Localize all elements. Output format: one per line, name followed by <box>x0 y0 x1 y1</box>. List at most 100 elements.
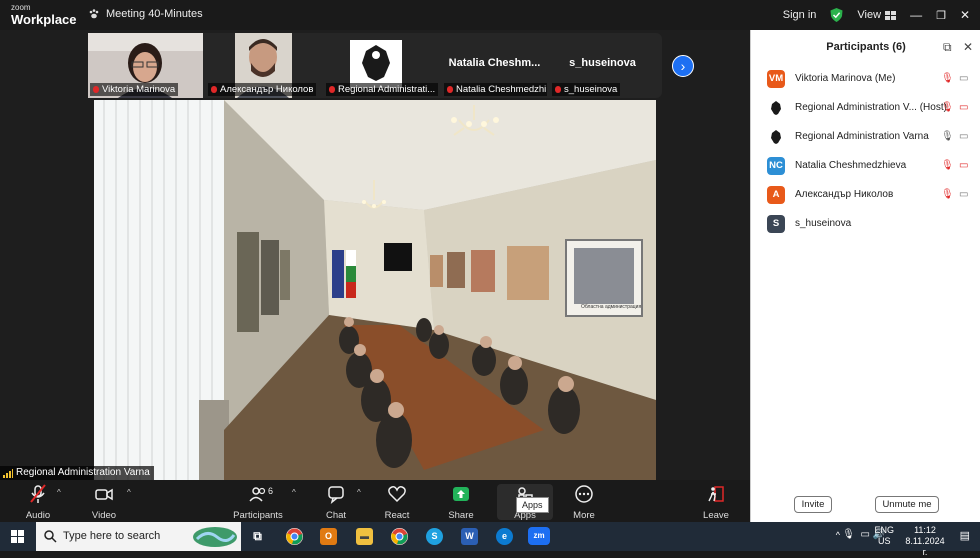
popout-icon[interactable]: ⧉ <box>943 40 952 54</box>
thumb-big-name: s_huseinova <box>569 57 636 69</box>
participant-name: s_huseinova <box>795 218 852 229</box>
thumb-label: Александър Николов <box>208 83 317 96</box>
leave-icon <box>708 486 724 502</box>
task-view-icon[interactable]: ⧉ <box>249 528 266 545</box>
more-label: More <box>573 510 595 521</box>
thumb-viktoria[interactable]: Viktoria Marinova <box>88 33 203 98</box>
date-text: 8.11.2024 г. <box>905 536 945 557</box>
next-page-button[interactable]: › <box>672 55 694 77</box>
outlook-icon[interactable]: O <box>320 528 337 545</box>
battery-icon[interactable]: ▭ <box>861 529 870 540</box>
audio-options-caret[interactable]: ^ <box>57 488 61 497</box>
region-text: US <box>877 536 891 546</box>
edge-icon[interactable]: e <box>496 528 513 545</box>
language-indicator[interactable]: ENG US <box>874 525 894 547</box>
share-screen-icon <box>453 487 469 501</box>
clock[interactable]: 11:12 8.11.2024 г. <box>903 525 947 558</box>
conference-room-image: Областна администрация <box>94 100 656 480</box>
close-panel-icon[interactable]: ✕ <box>963 40 973 54</box>
video-button[interactable]: Video <box>76 484 132 521</box>
share-button[interactable]: Share <box>433 484 489 521</box>
thumbnail-strip: Viktoria Marinova Александър Николов Reg… <box>88 33 662 98</box>
word-icon[interactable]: W <box>461 528 478 545</box>
camera-off-icon: ▭ <box>959 131 969 142</box>
thumb-aleksandar[interactable]: Александър Николов <box>206 33 321 98</box>
mic-tray-icon[interactable]: 🎙 <box>842 529 855 540</box>
thumb-huseinova[interactable]: s_huseinova s_huseinova <box>550 33 655 98</box>
taskbar-search-input[interactable]: Type here to search <box>36 522 241 551</box>
participant-row[interactable]: VM Viktoria Marinova (Me) 🎙 ▭ <box>751 64 980 93</box>
chat-options-caret[interactable]: ^ <box>357 488 361 497</box>
more-icon <box>575 485 593 503</box>
mic-muted-icon: 🎙 <box>941 73 954 84</box>
participant-row[interactable]: S s_huseinova <box>751 209 980 238</box>
avatar: NC <box>767 156 785 175</box>
chrome-icon[interactable] <box>286 528 303 545</box>
sign-in-link[interactable]: Sign in <box>783 9 817 21</box>
mic-muted-icon: 🎙 <box>941 189 954 200</box>
share-label: Share <box>448 510 474 521</box>
logo-big-text: Workplace <box>11 12 77 27</box>
leave-button[interactable]: Leave <box>688 484 744 521</box>
camera-icon <box>95 488 113 501</box>
mic-muted-icon: 🎙 <box>941 160 954 171</box>
panel-title: Participants (6) <box>826 41 906 53</box>
window-controls: Sign in View — ❐ ✕ <box>783 0 980 30</box>
notifications-icon[interactable]: ▤ <box>960 529 970 542</box>
participants-label: Participants <box>233 510 283 521</box>
react-label: React <box>384 510 410 521</box>
react-button[interactable]: React <box>369 484 425 521</box>
participant-row[interactable]: Regional Administration Varna 🎙 ▭ <box>751 122 980 151</box>
avatar: VM <box>767 69 785 88</box>
participant-name: Natalia Cheshmedzhieva <box>795 160 907 171</box>
meeting-toolbar: Audio ^ Video ^ 6 Participants ^ Chat ^ … <box>0 480 750 522</box>
video-options-caret[interactable]: ^ <box>127 488 131 497</box>
participants-button[interactable]: 6 Participants <box>230 484 286 521</box>
grid-view-icon <box>885 10 897 20</box>
thumb-regional-admin[interactable]: Regional Administrati... <box>324 33 439 98</box>
participants-icon: 6 <box>230 484 286 504</box>
search-icon <box>44 530 57 543</box>
participants-panel: Participants (6) ⧉ ✕ VM Viktoria Marinov… <box>750 30 980 522</box>
shield-icon[interactable] <box>830 8 843 22</box>
chevron-up-icon[interactable]: ^ <box>836 530 840 540</box>
more-button[interactable]: More <box>556 484 612 521</box>
zoom-app-icon[interactable]: zm <box>528 527 550 545</box>
thumb-big-name: Natalia Cheshm... <box>448 57 541 69</box>
invite-button[interactable]: Invite <box>794 496 832 513</box>
thumb-label: Regional Administrati... <box>326 83 439 96</box>
video-label: Video <box>91 510 117 521</box>
participant-name: Viktoria Marinova (Me) <box>795 73 896 84</box>
logo-small-text: zoom <box>11 3 31 12</box>
participant-row[interactable]: А Александър Николов 🎙 ▭ <box>751 180 980 209</box>
thumb-natalia[interactable]: Natalia Cheshm... Natalia Cheshmedzhi... <box>442 33 547 98</box>
restore-icon[interactable]: ❐ <box>936 9 946 22</box>
minimize-icon[interactable]: — <box>910 8 922 22</box>
meeting-title-text: Meeting 40-Minutes <box>106 8 203 20</box>
skype-icon[interactable]: S <box>426 528 443 545</box>
windows-start-icon[interactable] <box>11 530 24 543</box>
chat-button[interactable]: Chat <box>308 484 364 521</box>
chat-icon <box>328 486 344 504</box>
nameplate-text: Областна администрация <box>581 304 641 310</box>
participant-row[interactable]: NC Natalia Cheshmedzhieva 🎙 ▭ <box>751 151 980 180</box>
camera-off-icon: ▭ <box>959 189 969 200</box>
main-video-name: Regional Administration Varna <box>16 467 150 478</box>
unmute-me-button[interactable]: Unmute me <box>875 496 939 513</box>
apps-tooltip: Apps <box>516 497 549 513</box>
participants-count: 6 <box>268 486 274 496</box>
chrome-profile-icon[interactable] <box>391 528 408 545</box>
meeting-title[interactable]: Meeting 40-Minutes <box>88 8 203 20</box>
thumb-label: Viktoria Marinova <box>90 83 179 96</box>
participants-options-caret[interactable]: ^ <box>292 488 296 497</box>
lang-text: ENG <box>874 525 894 535</box>
camera-muted-icon: ▭ <box>959 160 969 171</box>
participant-row[interactable]: Regional Administration V... (Host) 🎙 ▭ <box>751 93 980 122</box>
paw-icon <box>89 9 99 19</box>
close-window-icon[interactable]: ✕ <box>960 8 970 22</box>
mic-muted-icon <box>30 484 46 503</box>
file-explorer-icon[interactable]: ▬ <box>356 528 373 545</box>
view-menu[interactable]: View <box>857 9 897 21</box>
view-label: View <box>857 9 882 21</box>
avatar: А <box>767 185 785 204</box>
